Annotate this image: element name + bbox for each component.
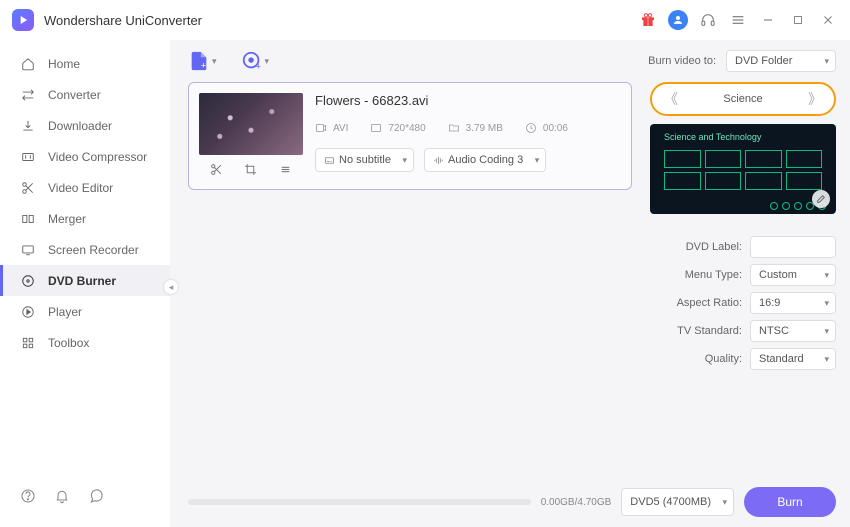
clock-icon [525, 122, 537, 134]
burn-to-label: Burn video to: [648, 55, 716, 67]
minimize-icon[interactable] [758, 10, 778, 30]
audio-select[interactable]: Audio Coding 3 [424, 148, 546, 172]
progress-bar [188, 499, 531, 505]
quality-select[interactable]: Standard [750, 348, 836, 370]
chevron-down-icon: ▾ [265, 56, 270, 67]
sidebar-item-label: Screen Recorder [48, 243, 139, 257]
svg-text:+: + [255, 61, 260, 71]
setting-label: DVD Label: [686, 241, 742, 253]
disc-size-select[interactable]: DVD5 (4700MB) [621, 488, 734, 516]
sidebar-item-label: Video Compressor [48, 150, 147, 164]
crop-icon[interactable] [243, 163, 259, 179]
next-template-button[interactable]: 》 [808, 89, 822, 109]
file-duration: 00:06 [543, 123, 568, 134]
sidebar-item-converter[interactable]: Converter [0, 79, 170, 110]
audio-icon [433, 155, 444, 166]
setting-label: TV Standard: [677, 325, 742, 337]
burn-to-select[interactable]: DVD Folder [726, 50, 836, 72]
svg-text:+: + [201, 60, 206, 70]
more-icon[interactable] [278, 163, 294, 179]
video-format-icon [315, 122, 327, 134]
sidebar-item-downloader[interactable]: Downloader [0, 110, 170, 141]
sidebar-item-label: Downloader [48, 119, 112, 133]
file-card: Flowers - 66823.avi AVI 720*480 3.79 MB … [188, 82, 632, 190]
setting-label: Quality: [705, 353, 742, 365]
close-icon[interactable] [818, 10, 838, 30]
add-file-button[interactable]: + ▾ [188, 50, 217, 72]
preview-title: Science and Technology [664, 132, 761, 142]
sidebar-item-label: DVD Burner [48, 274, 116, 288]
subtitle-select[interactable]: No subtitle [315, 148, 414, 172]
sidebar-item-player[interactable]: Player [0, 296, 170, 327]
sidebar-item-toolbox[interactable]: Toolbox [0, 327, 170, 358]
chevron-down-icon: ▾ [212, 56, 217, 67]
merger-icon [20, 211, 36, 227]
menu-type-select[interactable]: Custom [750, 264, 836, 286]
file-name: Flowers - 66823.avi [315, 93, 621, 108]
setting-label: Aspect Ratio: [677, 297, 742, 309]
sidebar-item-label: Merger [48, 212, 86, 226]
home-icon [20, 56, 36, 72]
resolution-icon [370, 122, 382, 134]
compressor-icon [20, 149, 36, 165]
template-name: Science [723, 93, 762, 105]
sidebar-item-label: Converter [48, 88, 101, 102]
sidebar-item-dvd-burner[interactable]: DVD Burner [0, 265, 170, 296]
file-resolution: 720*480 [388, 123, 425, 134]
template-preview[interactable]: Science and Technology [650, 124, 836, 214]
progress-text: 0.00GB/4.70GB [541, 497, 612, 508]
user-avatar-icon[interactable] [668, 10, 688, 30]
trim-icon[interactable] [208, 163, 224, 179]
download-icon [20, 118, 36, 134]
bell-icon[interactable] [54, 488, 70, 509]
sidebar-item-label: Video Editor [48, 181, 113, 195]
file-format: AVI [333, 123, 348, 134]
folder-icon [448, 122, 460, 134]
sidebar-item-editor[interactable]: Video Editor [0, 172, 170, 203]
sidebar-item-compressor[interactable]: Video Compressor [0, 141, 170, 172]
file-size: 3.79 MB [466, 123, 503, 134]
sidebar-collapse-toggle[interactable]: ◂ [164, 280, 178, 294]
help-icon[interactable] [20, 488, 36, 509]
burn-button[interactable]: Burn [744, 487, 836, 517]
sidebar-item-label: Player [48, 305, 82, 319]
disc-icon [20, 273, 36, 289]
gift-icon[interactable] [638, 10, 658, 30]
video-thumbnail[interactable] [199, 93, 303, 155]
maximize-icon[interactable] [788, 10, 808, 30]
sidebar-item-home[interactable]: Home [0, 48, 170, 79]
setting-label: Menu Type: [685, 269, 742, 281]
app-title: Wondershare UniConverter [44, 13, 202, 28]
app-logo [12, 9, 34, 31]
dvd-label-input[interactable] [750, 236, 836, 258]
tv-standard-select[interactable]: NTSC [750, 320, 836, 342]
toolbox-icon [20, 335, 36, 351]
sidebar-item-label: Home [48, 57, 80, 71]
recorder-icon [20, 242, 36, 258]
feedback-icon[interactable] [88, 488, 104, 509]
subtitle-icon [324, 155, 335, 166]
aspect-ratio-select[interactable]: 16:9 [750, 292, 836, 314]
headset-icon[interactable] [698, 10, 718, 30]
sidebar-item-label: Toolbox [48, 336, 89, 350]
prev-template-button[interactable]: 《 [664, 89, 678, 109]
template-selector: 《 Science 》 [650, 82, 836, 116]
play-icon [20, 304, 36, 320]
scissors-icon [20, 180, 36, 196]
sidebar-item-recorder[interactable]: Screen Recorder [0, 234, 170, 265]
sidebar-item-merger[interactable]: Merger [0, 203, 170, 234]
converter-icon [20, 87, 36, 103]
menu-icon[interactable] [728, 10, 748, 30]
add-disc-button[interactable]: + ▾ [241, 50, 270, 72]
edit-template-icon[interactable] [812, 190, 830, 208]
